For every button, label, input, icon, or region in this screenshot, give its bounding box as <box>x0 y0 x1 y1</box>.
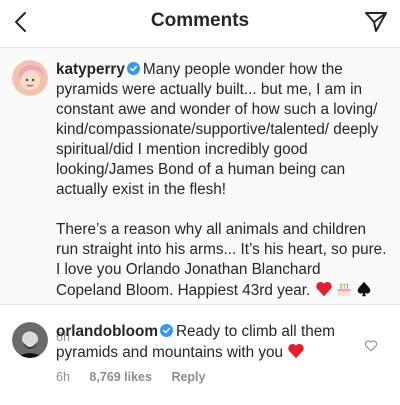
red-heart-icon <box>315 281 332 297</box>
reply-comment: orlandobloom Ready to climb all them pyra… <box>56 322 356 363</box>
verified-badge-icon <box>159 324 173 337</box>
reply-button[interactable]: Reply <box>171 370 205 384</box>
username[interactable]: orlandobloom <box>56 323 158 340</box>
avatar[interactable] <box>12 322 48 358</box>
paper-plane-icon[interactable] <box>364 10 388 34</box>
avatar[interactable] <box>12 60 48 96</box>
spade-suit-icon <box>357 281 370 297</box>
username[interactable]: katyperry <box>56 61 125 78</box>
page-title: Comments <box>150 10 250 31</box>
comment-timestamp: 6h <box>56 370 70 384</box>
verified-badge-icon <box>126 62 140 75</box>
top-bar: Comments <box>0 0 400 46</box>
like-count[interactable]: 8,769 likes <box>89 370 152 384</box>
red-heart-icon <box>288 343 304 359</box>
reply-meta: 6h 8,769 likes Reply <box>56 370 221 384</box>
comment-text: Many people wonder how the pyramids were… <box>56 61 379 198</box>
caption-comment: katyperry Many people wonder how the pyra… <box>0 47 400 344</box>
like-heart-icon[interactable] <box>364 339 378 353</box>
caption-text: katyperry Many people wonder how the pyra… <box>56 60 390 321</box>
birthday-cake-icon <box>337 283 350 297</box>
